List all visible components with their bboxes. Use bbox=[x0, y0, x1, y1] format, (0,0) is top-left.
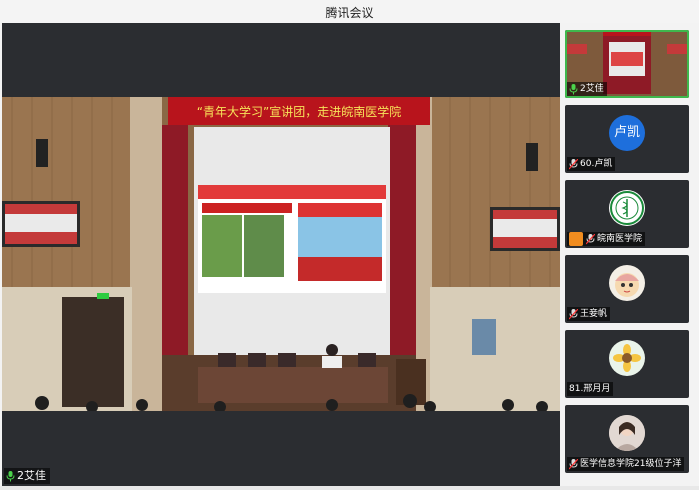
banner-text: “青年大学习”宣讲团，走进皖南医学院 bbox=[197, 104, 401, 119]
mic-active-icon bbox=[569, 83, 578, 94]
window-title: 腾讯会议 bbox=[325, 6, 374, 20]
participant-label: 王妾帆 bbox=[567, 307, 611, 321]
cartoon-face-icon bbox=[615, 273, 639, 297]
mic-muted-icon bbox=[569, 308, 578, 319]
school-logo-icon bbox=[610, 191, 644, 225]
participant-tile[interactable]: 2艾佳 bbox=[565, 30, 689, 98]
participant-label: 81.邢月月 bbox=[567, 382, 614, 396]
participant-label: 60.卢凯 bbox=[567, 157, 616, 171]
mic-muted-icon bbox=[569, 458, 578, 469]
cartoon-avatar bbox=[609, 265, 645, 301]
speaker-name: 2艾佳 bbox=[17, 469, 46, 482]
participant-tile[interactable]: 医学信息学院21级位子洋 bbox=[565, 405, 689, 473]
flower-avatar bbox=[609, 340, 645, 376]
host-icon bbox=[569, 232, 583, 246]
flower-icon bbox=[613, 344, 641, 372]
participant-tile[interactable]: 卢凯 60.卢凯 bbox=[565, 105, 689, 173]
participant-label: 2艾佳 bbox=[567, 82, 607, 96]
mic-muted-icon bbox=[586, 233, 595, 244]
participant-name: 医学信息学院21级位子洋 bbox=[580, 459, 682, 469]
avatar: 卢凯 bbox=[609, 115, 645, 151]
main-video-area[interactable]: “青年大学习”宣讲团，走进皖南医学院 2艾佳 bbox=[2, 23, 560, 486]
lecture-hall-scene: “青年大学习”宣讲团，走进皖南医学院 bbox=[2, 97, 560, 411]
mic-muted-icon bbox=[569, 158, 578, 169]
participant-name: 2艾佳 bbox=[580, 84, 604, 94]
participant-name: 60.卢凯 bbox=[580, 159, 613, 169]
participant-name: 81.邢月月 bbox=[569, 384, 611, 394]
photo-avatar bbox=[609, 415, 645, 451]
participant-name: 皖南医学院 bbox=[597, 234, 643, 244]
participant-label: 皖南医学院 bbox=[567, 232, 646, 246]
school-logo-avatar bbox=[609, 190, 645, 226]
participant-list: 2艾佳 卢凯 60.卢凯 皖南医学院 王妾帆 81.邢月月 医学信息学院21级位… bbox=[565, 30, 689, 480]
shared-video: “青年大学习”宣讲团，走进皖南医学院 bbox=[2, 97, 560, 411]
title-bar: 腾讯会议 bbox=[0, 0, 699, 23]
participant-tile[interactable]: 王妾帆 bbox=[565, 255, 689, 323]
speaker-name-tag: 2艾佳 bbox=[4, 468, 50, 484]
mic-active-icon bbox=[6, 470, 15, 481]
participant-label: 医学信息学院21级位子洋 bbox=[567, 457, 685, 471]
participant-tile[interactable]: 81.邢月月 bbox=[565, 330, 689, 398]
participant-tile[interactable]: 皖南医学院 bbox=[565, 180, 689, 248]
person-photo-icon bbox=[609, 415, 645, 451]
participant-name: 王妾帆 bbox=[580, 309, 608, 319]
bottom-bar bbox=[0, 486, 699, 490]
